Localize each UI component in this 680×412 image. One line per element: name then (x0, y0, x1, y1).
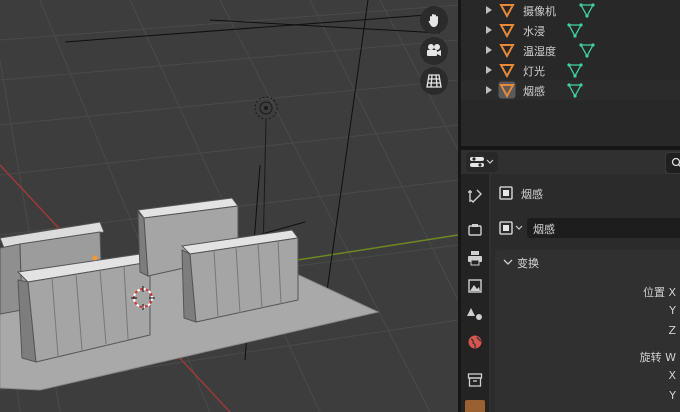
expand-arrow-icon[interactable] (485, 46, 493, 54)
object-icon (499, 64, 515, 78)
render-icon (468, 224, 482, 236)
camera-view-button[interactable] (420, 37, 448, 65)
search-icon (671, 157, 680, 167)
transform-panel-header[interactable]: 变换 (495, 250, 680, 274)
object-icon (499, 44, 515, 58)
object-icon (499, 4, 515, 18)
outliner-item-label: 温湿度 (523, 45, 556, 58)
panel-title: 变换 (517, 257, 539, 270)
tab-object[interactable] (465, 400, 485, 412)
hand-icon (428, 14, 438, 27)
outliner-item-smoke-sensor[interactable]: 烟感 (461, 80, 680, 100)
search-field[interactable] (665, 152, 680, 174)
3d-viewport[interactable] (0, 0, 458, 412)
tab-output[interactable] (465, 248, 485, 268)
rotation-y-label: Y (669, 389, 676, 402)
mesh-data-icon[interactable] (579, 2, 595, 18)
outliner-item-label: 烟感 (523, 85, 545, 98)
archive-icon (467, 373, 483, 387)
outliner[interactable]: 摄像机 水浸 温湿度 灯光 烟感 (461, 0, 680, 146)
outliner-item-light[interactable]: 灯光 (461, 60, 680, 80)
mesh-data-icon[interactable] (567, 22, 583, 38)
printer-icon (468, 251, 482, 266)
object-icon (498, 81, 516, 99)
outliner-item-camera[interactable]: 摄像机 (461, 0, 680, 20)
object-data-icon (499, 186, 513, 200)
object-name-label: 烟感 (521, 188, 543, 201)
tab-tool[interactable] (465, 186, 485, 206)
outliner-item-temp-humidity[interactable]: 温湿度 (461, 40, 680, 60)
object-name-value: 烟感 (533, 223, 555, 236)
chevron-down-icon (486, 159, 494, 164)
grid-icon (426, 74, 442, 88)
tab-render[interactable] (465, 220, 485, 240)
scene-icon (467, 308, 482, 320)
location-x-label: 位置 X (642, 286, 676, 299)
properties-editor-icon (470, 157, 484, 167)
outliner-item-label: 灯光 (523, 65, 545, 78)
object-properties: 烟感 烟感 变换 位置 X Y Z 旋转 W X Y (491, 174, 680, 412)
image-icon (468, 279, 482, 293)
outliner-item-label: 摄像机 (523, 5, 556, 18)
tab-collection[interactable] (465, 370, 485, 390)
mesh-data-icon[interactable] (567, 82, 583, 98)
object-type-dropdown[interactable] (495, 218, 527, 238)
properties-header (461, 150, 680, 174)
viewport-scene[interactable] (0, 0, 458, 412)
properties-editor[interactable]: 烟感 烟感 变换 位置 X Y Z 旋转 W X Y (461, 150, 680, 412)
outliner-item-label: 水浸 (523, 25, 545, 38)
object-icon (499, 24, 515, 38)
location-y-label: Y (669, 304, 676, 317)
object-data-icon (499, 221, 513, 235)
world-icon (468, 335, 482, 349)
camera-icon (427, 44, 441, 56)
mesh-data-icon[interactable] (579, 42, 595, 58)
toggle-perspective-button[interactable] (420, 67, 448, 95)
expand-arrow-icon[interactable] (485, 86, 493, 94)
rotation-x-label: X (668, 369, 676, 382)
properties-tabs (461, 174, 489, 412)
pan-view-button[interactable] (420, 6, 448, 34)
transform-panel: 变换 位置 X Y Z 旋转 W X Y (495, 250, 680, 412)
selected-object-origin[interactable] (92, 255, 98, 261)
editor-type-menu[interactable] (466, 152, 498, 172)
chevron-down-icon (503, 259, 513, 265)
tool-icon (468, 189, 482, 203)
expand-arrow-icon[interactable] (485, 26, 493, 34)
tab-world[interactable] (465, 332, 485, 352)
outliner-item-water-leak[interactable]: 水浸 (461, 20, 680, 40)
mesh-data-icon[interactable] (567, 62, 583, 78)
object-tab-indicator (465, 400, 485, 412)
tab-view-layer[interactable] (465, 276, 485, 296)
expand-arrow-icon[interactable] (485, 6, 493, 14)
location-z-label: Z (668, 324, 676, 337)
expand-arrow-icon[interactable] (485, 66, 493, 74)
rotation-w-label: 旋转 W (639, 351, 676, 364)
chevron-down-icon (515, 225, 523, 230)
object-name-field[interactable]: 烟感 (527, 218, 680, 238)
tab-scene[interactable] (465, 304, 485, 324)
